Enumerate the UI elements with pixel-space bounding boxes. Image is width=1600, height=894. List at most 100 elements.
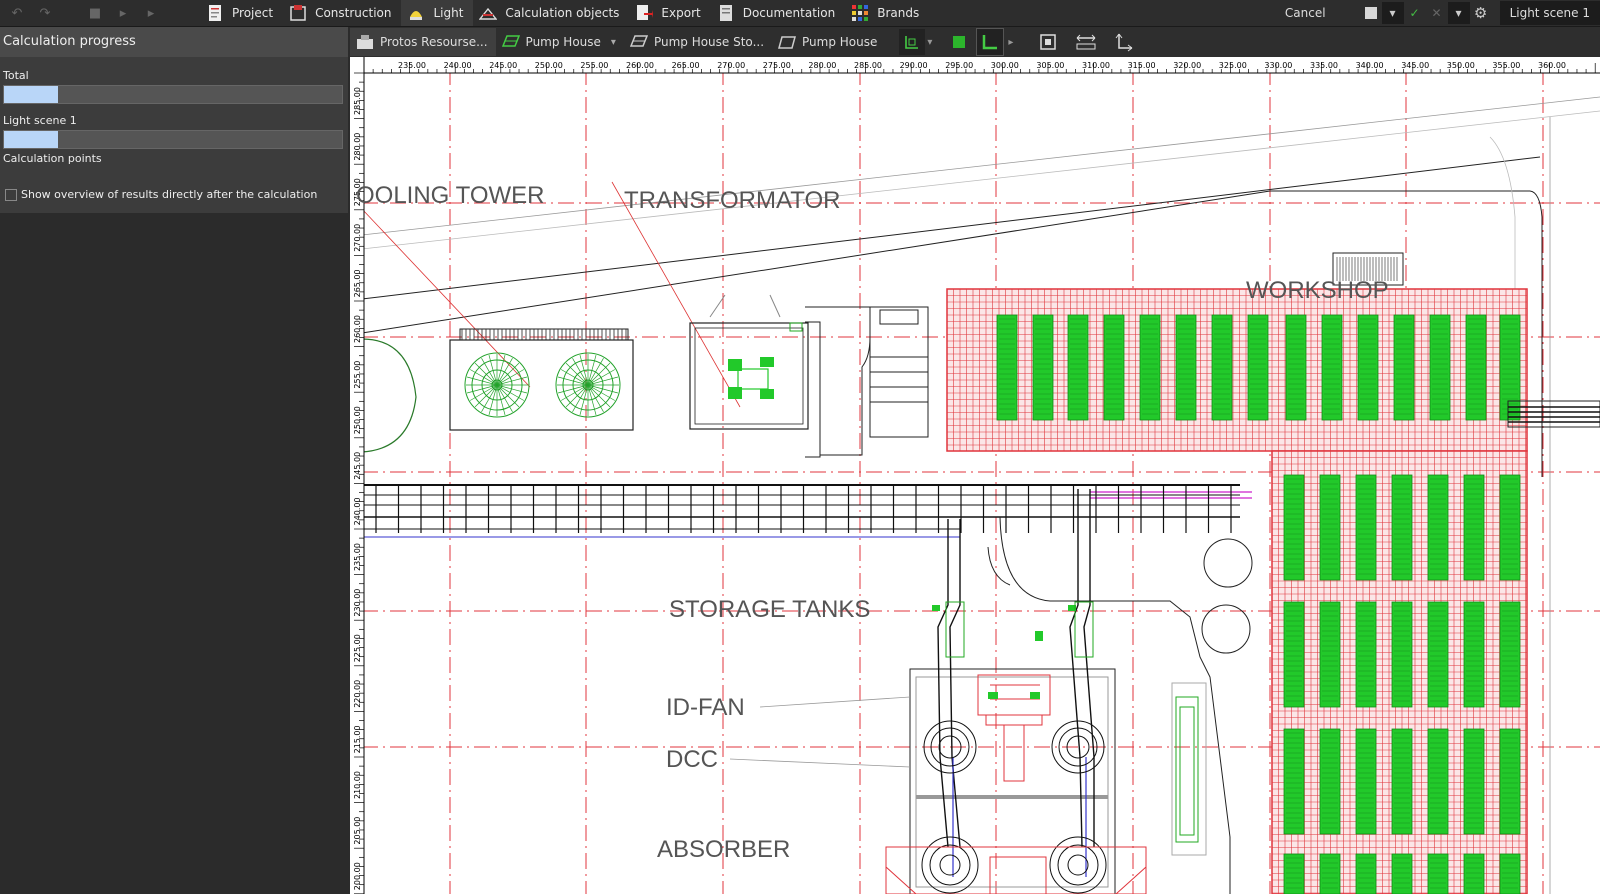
total-progress-fill	[4, 86, 59, 103]
ruler-top-label: 355.00	[1492, 61, 1520, 70]
ruler-left-label: 200.00	[353, 862, 362, 890]
zoom-extents-icon[interactable]	[1035, 29, 1061, 55]
save-icon[interactable]: ■	[84, 2, 106, 24]
main-menu: Project Construction Light Calculation o…	[200, 0, 929, 26]
absorber-label: ABSORBER	[657, 836, 790, 863]
floor-icon	[629, 35, 648, 47]
run-all-icon[interactable]: ▸	[140, 2, 162, 24]
project-icon	[206, 4, 224, 22]
cancel-button[interactable]: Cancel	[1285, 6, 1326, 20]
menu-light-label: Light	[433, 6, 464, 20]
ruler-left-label: 235.00	[353, 543, 362, 571]
tab-pump-house-2[interactable]: Pump House	[772, 28, 885, 56]
ruler-top-label: 300.00	[991, 61, 1019, 70]
scene-progress-fill	[4, 131, 59, 148]
transformator-label: TRANSFORMATOR	[624, 187, 840, 214]
menu-construction-label: Construction	[315, 6, 392, 20]
building-icon	[357, 35, 373, 49]
confirm-icon[interactable]: ✓	[1404, 2, 1426, 24]
ruler-left-label: 230.00	[353, 589, 362, 617]
menu-calculation-objects[interactable]: Calculation objects	[473, 0, 629, 26]
ruler-top-label: 335.00	[1310, 61, 1338, 70]
ruler-left-label: 205.00	[353, 817, 362, 845]
menu-project[interactable]: Project	[200, 0, 283, 26]
ruler-top-label: 280.00	[808, 61, 836, 70]
menu-construction[interactable]: Construction	[283, 0, 401, 26]
calculation-progress-panel: Calculation progress Total Light scene 1…	[0, 27, 348, 894]
menu-documentation[interactable]: Documentation	[711, 0, 846, 26]
show-overview-checkbox[interactable]	[5, 189, 17, 201]
gear-icon[interactable]: ⚙	[1470, 2, 1492, 24]
dcc-label: DCC	[666, 746, 718, 773]
brands-icon	[851, 4, 869, 22]
menu-light[interactable]: Light	[401, 0, 474, 26]
panel-body: Total Light scene 1 Calculation points S…	[0, 57, 348, 213]
ruler-top-label: 275.00	[763, 61, 791, 70]
ruler-top-label: 285.00	[854, 61, 882, 70]
light-scene-label: Light scene 1	[3, 114, 77, 127]
quick-access: ↶ ↷ ■ ▸ ▸	[0, 0, 162, 26]
drawing-canvas[interactable]: Protos Resourse... Pump House ▾ Pump Hou…	[350, 27, 1600, 894]
ruler-left-label: 285.00	[353, 87, 362, 115]
light-scene-selector[interactable]: Light scene 1	[1499, 1, 1600, 25]
construction-icon	[289, 4, 307, 22]
menu-export-label: Export	[661, 6, 701, 20]
ruler-top-label: 290.00	[900, 61, 928, 70]
ruler-top-label: 245.00	[489, 61, 517, 70]
ruler-left-label: 280.00	[353, 133, 362, 161]
ruler-top-label: 350.00	[1447, 61, 1475, 70]
ruler-top-label: 320.00	[1173, 61, 1201, 70]
plan-view-icon[interactable]	[976, 28, 1005, 56]
view-mode-icon[interactable]	[899, 29, 926, 55]
ruler-left-label: 220.00	[353, 680, 362, 708]
ruler-top-label: 360.00	[1538, 61, 1566, 70]
undo-icon[interactable]: ↶	[6, 2, 28, 24]
menu-project-label: Project	[232, 6, 274, 20]
view-tabs: Protos Resourse... Pump House ▾ Pump Hou…	[350, 27, 1600, 57]
ruler-top-label: 250.00	[535, 61, 563, 70]
menu-brands[interactable]: Brands	[845, 0, 929, 26]
toolbar-right: Cancel ▾ ✓ ✕ ▾ ⚙ Light scene 1	[1285, 0, 1600, 26]
ruler-top-label: 270.00	[717, 61, 745, 70]
ruler-left-label: 225.00	[353, 634, 362, 662]
ruler-top-label: 330.00	[1264, 61, 1292, 70]
menu-export[interactable]: Export	[629, 0, 710, 26]
ruler-top-label: 345.00	[1401, 61, 1429, 70]
ruler-top-label: 315.00	[1128, 61, 1156, 70]
total-label: Total	[3, 69, 29, 82]
id-fan-label: ID-FAN	[666, 694, 745, 721]
ruler-top-label: 305.00	[1036, 61, 1064, 70]
ruler-left-label: 260.00	[353, 315, 362, 343]
scene-progress-bar	[3, 130, 343, 149]
run-icon[interactable]: ▸	[112, 2, 134, 24]
close-icon[interactable]: ✕	[1426, 2, 1448, 24]
cube-icon[interactable]	[946, 29, 972, 55]
redo-icon[interactable]: ↷	[34, 2, 56, 24]
documentation-icon	[717, 4, 735, 22]
coordinate-icon[interactable]	[1111, 29, 1137, 55]
tab-pump-house-storage[interactable]: Pump House Sto...	[624, 28, 772, 56]
lamp-icon	[407, 4, 425, 22]
ruler-left-label: 240.00	[353, 497, 362, 525]
chevron-right-icon[interactable]: ▸	[1008, 37, 1013, 48]
tab-label: Pump House Sto...	[653, 35, 765, 49]
stop-icon[interactable]	[1360, 2, 1382, 24]
dropdown-chevron-icon[interactable]: ▾	[1447, 2, 1470, 24]
measure-distance-icon[interactable]	[1073, 29, 1099, 55]
chevron-down-icon[interactable]: ▾	[1381, 2, 1404, 24]
tab-pump-house-1[interactable]: Pump House ▾	[496, 28, 624, 56]
ruler-left-label: 210.00	[353, 771, 362, 799]
chevron-down-icon[interactable]: ▾	[927, 37, 932, 48]
floor-icon	[501, 35, 520, 47]
tab-protos-resource[interactable]: Protos Resourse...	[350, 28, 496, 56]
tab-label: Pump House	[802, 35, 878, 49]
cooling-tower-label: OOLING TOWER	[356, 182, 544, 209]
export-icon	[635, 4, 654, 22]
main-toolbar: ↶ ↷ ■ ▸ ▸ Project Construction Light Cal…	[0, 0, 1600, 27]
storage-tanks-label: STORAGE TANKS	[669, 596, 870, 623]
ruler-top-label: 325.00	[1219, 61, 1247, 70]
chevron-down-icon[interactable]: ▾	[611, 37, 616, 48]
ruler-top-label: 295.00	[945, 61, 973, 70]
ruler-left-label: 215.00	[353, 725, 362, 753]
site-plan-drawing[interactable]: 235.00 240.00 245.00 250.00 255.00 260.00 265.…	[350, 57, 1600, 894]
